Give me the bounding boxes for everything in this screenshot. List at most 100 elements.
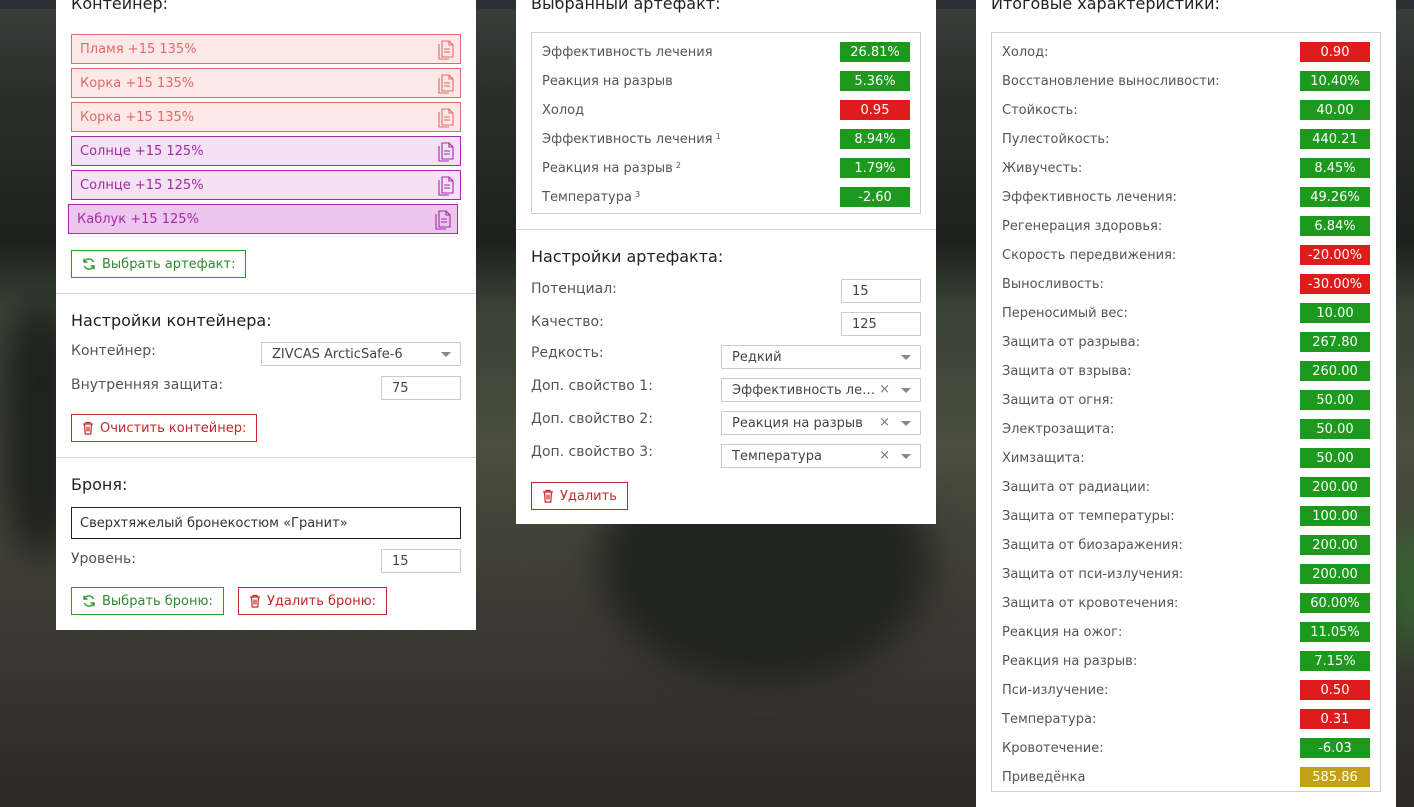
total-stat-name: Температура: <box>1002 711 1097 727</box>
total-stat-name: Приведёнка <box>1002 769 1086 785</box>
total-stat-name: Защита от радиации: <box>1002 479 1151 495</box>
total-stat-value: 11.05% <box>1300 622 1370 642</box>
artifact-stat-value: 5.36% <box>840 71 910 91</box>
total-stat-value: 0.31 <box>1300 709 1370 729</box>
trash-icon <box>543 489 553 503</box>
artifact-item-label: Корка +15 135% <box>80 109 195 125</box>
artifact-stat-name: Холод <box>542 99 584 121</box>
artifact-item[interactable]: Солнце +15 125% <box>71 170 461 200</box>
artifact-stat-name: Эффективность лечения 1 <box>542 128 721 150</box>
extra2-label: Доп. свойство 2: <box>531 411 653 427</box>
total-stat-value: 0.50 <box>1300 680 1370 700</box>
artifact-stat-label: Реакция на разрыв <box>542 73 673 89</box>
total-stat-name: Переносимый вес: <box>1002 305 1128 321</box>
total-stat-value: -30.00% <box>1300 274 1370 294</box>
artifact-stat-value: 0.95 <box>840 100 910 120</box>
artifact-stat-label: Эффективность лечения <box>542 44 713 60</box>
total-stat-name: Эффективность лечения: <box>1002 189 1177 205</box>
artifact-item[interactable]: Солнце +15 125% <box>71 136 461 166</box>
total-stat-name: Электрозащита: <box>1002 421 1115 437</box>
close-icon[interactable]: × <box>879 382 890 397</box>
potential-label: Потенциал: <box>531 281 617 297</box>
total-stat-name: Защита от разрыва: <box>1002 334 1140 350</box>
total-stat-name: Защита от температуры: <box>1002 508 1175 524</box>
total-stat-value: 40.00 <box>1300 100 1370 120</box>
total-stat-name: Защита от взрыва: <box>1002 363 1132 379</box>
total-stat-value: -6.03 <box>1300 738 1370 758</box>
level-input[interactable]: 15 <box>381 549 461 573</box>
total-stat-value: 50.00 <box>1300 448 1370 468</box>
artifact-stat-value: 8.94% <box>840 129 910 149</box>
total-stat-name: Пси-излучение: <box>1002 682 1109 698</box>
copy-icon[interactable] <box>438 74 454 94</box>
extra1-select[interactable]: Эффективность лечения × <box>721 378 921 402</box>
delete-artifact-button[interactable]: Удалить <box>531 482 628 510</box>
total-stat-value: 200.00 <box>1300 477 1370 497</box>
select-artifact-button[interactable]: Выбрать артефакт: <box>71 250 247 278</box>
total-stat-value: 10.40% <box>1300 71 1370 91</box>
extra2-value: Реакция на разрыв <box>732 415 863 431</box>
extra3-label: Доп. свойство 3: <box>531 444 653 460</box>
copy-icon[interactable] <box>435 210 451 230</box>
total-stat-name: Реакция на разрыв: <box>1002 653 1138 669</box>
inner-protection-input[interactable]: 75 <box>381 376 461 400</box>
total-stat-name: Скорость передвижения: <box>1002 247 1177 263</box>
rarity-label: Редкость: <box>531 345 604 361</box>
quality-label: Качество: <box>531 314 604 330</box>
total-stat-value: 585.86 <box>1300 767 1370 787</box>
extra3-value: Температура <box>732 448 822 464</box>
artifact-stat-footnote: 2 <box>675 160 681 170</box>
artifact-item-label: Корка +15 135% <box>80 75 195 91</box>
copy-icon[interactable] <box>438 40 454 60</box>
extra1-label: Доп. свойство 1: <box>531 378 653 394</box>
close-icon[interactable]: × <box>879 415 890 430</box>
total-stat-value: 6.84% <box>1300 216 1370 236</box>
divider <box>56 457 476 458</box>
total-stat-name: Холод: <box>1002 44 1049 60</box>
delete-armor-button[interactable]: Удалить броню: <box>238 587 388 615</box>
select-armor-label: Выбрать броню: <box>102 593 213 609</box>
artifact-stat-name: Температура 3 <box>542 186 640 208</box>
total-stat-value: 0.90 <box>1300 42 1370 62</box>
selected-artifact-title: Выбранный артефакт: <box>531 0 721 13</box>
container-title: Контейнер: <box>71 0 169 13</box>
artifact-item-label: Пламя +15 135% <box>80 41 197 57</box>
delete-artifact-label: Удалить <box>560 488 617 504</box>
container-select[interactable]: ZIVCAS ArcticSafe-6 <box>261 342 461 366</box>
artifact-item-label: Солнце +15 125% <box>80 143 204 159</box>
total-stat-value: 8.45% <box>1300 158 1370 178</box>
total-stat-value: 260.00 <box>1300 361 1370 381</box>
extra2-select[interactable]: Реакция на разрыв × <box>721 411 921 435</box>
chevron-down-icon <box>901 388 911 393</box>
trash-icon <box>83 421 93 435</box>
delete-armor-label: Удалить броню: <box>267 593 377 609</box>
level-label: Уровень: <box>71 551 136 567</box>
potential-input[interactable]: 15 <box>841 279 921 303</box>
total-stat-value: 49.26% <box>1300 187 1370 207</box>
artifact-item[interactable]: Пламя +15 135% <box>71 34 461 64</box>
container-settings-title: Настройки контейнера: <box>71 311 272 330</box>
rarity-value: Редкий <box>732 349 782 365</box>
artifact-item[interactable]: Корка +15 135% <box>71 68 461 98</box>
artifact-settings-title: Настройки артефакта: <box>531 247 724 266</box>
select-armor-button[interactable]: Выбрать броню: <box>71 587 224 615</box>
quality-input[interactable]: 125 <box>841 312 921 336</box>
total-stat-name: Химзащита: <box>1002 450 1085 466</box>
total-stat-name: Выносливость: <box>1002 276 1104 292</box>
copy-icon[interactable] <box>438 142 454 162</box>
close-icon[interactable]: × <box>879 448 890 463</box>
artifact-item[interactable]: Корка +15 135% <box>71 102 461 132</box>
container-panel: Контейнер: Пламя +15 135% Корка +15 135% К… <box>56 0 476 630</box>
artifact-stat-label: Холод <box>542 102 585 118</box>
total-stat-value: 50.00 <box>1300 419 1370 439</box>
copy-icon[interactable] <box>438 108 454 128</box>
clear-container-button[interactable]: Очистить контейнер: <box>71 414 258 442</box>
rarity-select[interactable]: Редкий <box>721 345 921 369</box>
total-stat-name: Кровотечение: <box>1002 740 1104 756</box>
container-select-value: ZIVCAS ArcticSafe-6 <box>272 346 403 362</box>
total-stat-value: 267.80 <box>1300 332 1370 352</box>
copy-icon[interactable] <box>438 176 454 196</box>
artifact-item[interactable]: Каблук +15 125% <box>68 204 458 234</box>
extra3-select[interactable]: Температура × <box>721 444 921 468</box>
armor-field[interactable]: Сверхтяжелый бронекостюм «Гранит» <box>71 507 461 539</box>
